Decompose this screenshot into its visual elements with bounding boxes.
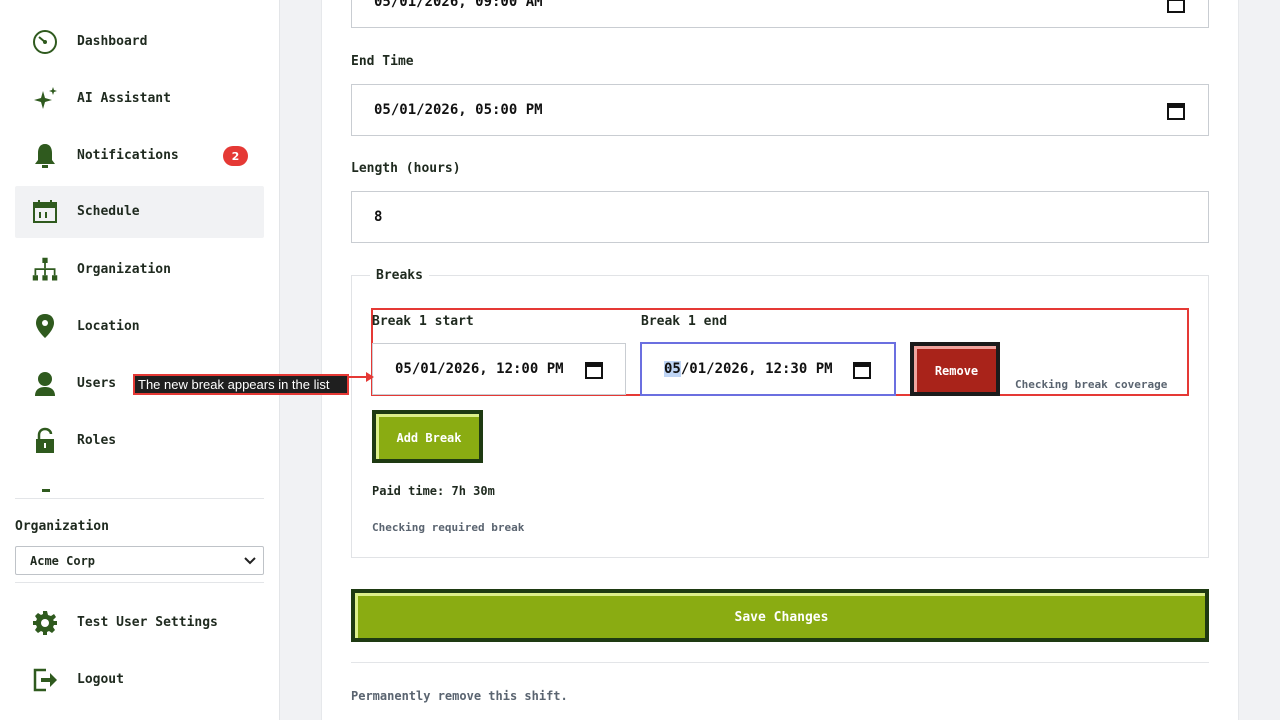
annotation-label: The new break appears in the list: [133, 374, 349, 395]
break-coverage-hint: Checking break coverage: [1015, 378, 1168, 391]
calendar-icon[interactable]: [1167, 0, 1185, 17]
add-break-button[interactable]: Add Break: [372, 410, 483, 463]
calendar-icon[interactable]: [585, 361, 603, 383]
sidebar-item-label: Test User Settings: [77, 615, 218, 630]
sidebar-item-label: Organization: [77, 262, 171, 277]
chevron-down-icon: [243, 553, 257, 570]
break1-end-label: Break 1 end: [641, 314, 728, 329]
sparkle-icon: [31, 85, 59, 113]
sidebar-item-label: Roles: [77, 433, 117, 448]
section-divider: [351, 662, 1209, 663]
lock-icon: [31, 427, 59, 455]
sidebar-item-location[interactable]: Location: [15, 301, 264, 353]
breaks-legend: Breaks: [370, 268, 429, 283]
dashboard-icon: [31, 28, 59, 56]
sidebar-item-label: Notifications: [77, 148, 179, 163]
end-time-input[interactable]: 05/01/2026, 05:00 PM: [351, 84, 1209, 136]
organization-select-value: Acme Corp: [30, 553, 96, 568]
sidebar-item-organization[interactable]: Organization: [15, 244, 264, 296]
organization-label: Organization: [15, 519, 109, 534]
sidebar-item-ai-assistant[interactable]: AI Assistant: [15, 73, 264, 125]
break1-start-input[interactable]: 05/01/2026, 12:00 PM: [372, 343, 626, 395]
save-changes-button[interactable]: Save Changes: [351, 589, 1209, 642]
sidebar-divider: [15, 498, 264, 499]
sidebar-item-label: Dashboard: [77, 34, 148, 49]
paid-time-text: Paid time: 7h 30m: [372, 484, 495, 498]
calendar-icon: [31, 198, 59, 226]
length-label: Length (hours): [351, 161, 461, 176]
end-time-label: End Time: [351, 54, 414, 69]
break1-end-input[interactable]: 05/01/2026, 12:30 PM: [640, 342, 896, 396]
required-break-hint: Checking required break: [372, 521, 525, 534]
sidebar-item-label: Logout: [77, 672, 124, 687]
remove-break-button-label: Remove: [914, 346, 996, 392]
delete-shift-description: Permanently remove this shift.: [351, 689, 568, 703]
notification-count-badge: 2: [223, 146, 248, 166]
organization-select[interactable]: Acme Corp: [15, 546, 264, 575]
sidebar-item-roles[interactable]: Roles: [15, 415, 264, 467]
break1-start-value: 05/01/2026, 12:00 PM: [395, 361, 564, 377]
start-time-value: 05/01/2026, 09:00 AM: [374, 0, 543, 10]
sidebar-divider: [15, 582, 264, 583]
location-pin-icon: [31, 313, 59, 341]
sidebar-item-label: AI Assistant: [77, 91, 171, 106]
save-changes-button-label: Save Changes: [355, 593, 1205, 638]
break1-end-value: /01/2026, 12:30 PM: [680, 361, 833, 377]
add-break-button-label: Add Break: [376, 414, 479, 459]
sidebar-item-label: Schedule: [77, 204, 140, 219]
sidebar-item-label: Users: [77, 376, 117, 391]
calendar-icon[interactable]: [1167, 102, 1185, 124]
logout-icon: [31, 666, 59, 694]
org-chart-icon: [31, 256, 59, 284]
sidebar-item-logout[interactable]: Logout: [15, 654, 264, 706]
end-time-value: 05/01/2026, 05:00 PM: [374, 102, 543, 118]
sidebar-item-settings[interactable]: Test User Settings: [15, 597, 264, 649]
gear-icon: [31, 609, 59, 637]
bell-icon: [31, 142, 59, 170]
sidebar-item-schedule[interactable]: Schedule: [15, 186, 264, 238]
selected-month-segment: 05: [664, 361, 681, 377]
sidebar-item-notifications[interactable]: Notifications 2: [15, 130, 264, 182]
sidebar-item-dashboard[interactable]: Dashboard: [15, 16, 264, 68]
partial-nav-icon: [33, 486, 59, 492]
start-time-input[interactable]: 05/01/2026, 09:00 AM: [351, 0, 1209, 28]
annotation-arrow: [348, 372, 374, 382]
calendar-icon[interactable]: [853, 361, 871, 383]
break1-start-label: Break 1 start: [372, 314, 474, 329]
sidebar: Dashboard AI Assistant Notifications 2 S…: [0, 0, 280, 720]
user-icon: [31, 370, 59, 398]
remove-break-button[interactable]: Remove: [910, 342, 1000, 396]
sidebar-item-label: Location: [77, 319, 140, 334]
length-input[interactable]: 8: [351, 191, 1209, 243]
length-value: 8: [374, 209, 383, 225]
